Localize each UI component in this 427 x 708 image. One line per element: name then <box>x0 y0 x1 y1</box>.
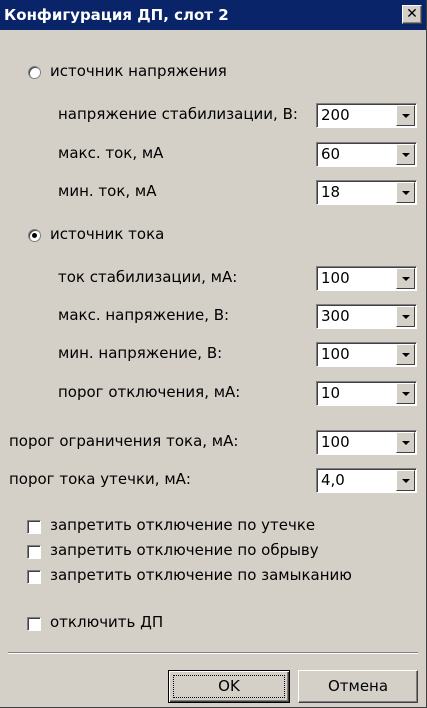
cutoff-threshold-value: 10 <box>321 384 341 402</box>
title-bar[interactable]: Конфигурация ДП, слот 2 ✕ <box>0 0 426 30</box>
current-limit-threshold-label: порог ограничения тока, мА: <box>9 432 239 450</box>
min-voltage-label: мин. напряжение, В: <box>58 344 223 362</box>
max-voltage-select[interactable]: 300 <box>316 304 417 329</box>
stabilization-voltage-select[interactable]: 200 <box>316 103 417 128</box>
cutoff-threshold-select[interactable]: 10 <box>316 381 417 406</box>
chevron-down-icon <box>402 153 410 157</box>
chevron-down-icon <box>402 479 410 483</box>
min-current-value: 18 <box>321 183 341 201</box>
max-current-value: 60 <box>321 145 341 163</box>
cutoff-threshold-dropdown-button[interactable] <box>396 383 415 404</box>
dialog-title: Конфигурация ДП, слот 2 <box>4 6 229 24</box>
focus-indicator <box>173 675 285 698</box>
current-limit-threshold-select[interactable]: 100 <box>316 430 417 455</box>
disable-cutoff-on-break-label: запретить отключение по обрыву <box>50 541 319 559</box>
chevron-down-icon <box>402 353 410 357</box>
voltage-source-radio[interactable] <box>28 66 41 79</box>
min-voltage-value: 100 <box>321 345 350 363</box>
min-current-label: мин. ток, мА <box>58 182 157 200</box>
voltage-source-label: источник напряжения <box>50 62 227 80</box>
max-current-label: макс. ток, мА <box>58 144 164 162</box>
current-source-label: источник тока <box>50 225 165 243</box>
footer-separator <box>8 652 418 654</box>
max-current-dropdown-button[interactable] <box>396 144 415 165</box>
disable-dp-checkbox[interactable] <box>27 617 41 631</box>
chevron-down-icon <box>402 441 410 445</box>
leakage-threshold-dropdown-button[interactable] <box>396 470 415 491</box>
min-voltage-select[interactable]: 100 <box>316 342 417 367</box>
cancel-button-label: Отмена <box>327 677 389 695</box>
chevron-down-icon <box>402 191 410 195</box>
min-voltage-dropdown-button[interactable] <box>396 344 415 365</box>
leakage-threshold-select[interactable]: 4,0 <box>316 468 417 493</box>
chevron-down-icon <box>402 114 410 118</box>
leakage-threshold-label: порог тока утечки, мА: <box>9 470 191 488</box>
close-button[interactable]: ✕ <box>402 5 422 24</box>
disable-cutoff-on-leakage-label: запретить отключение по утечке <box>50 516 316 534</box>
current-limit-threshold-value: 100 <box>321 433 350 451</box>
max-voltage-label: макс. напряжение, В: <box>58 306 230 324</box>
close-icon: ✕ <box>406 6 418 22</box>
chevron-down-icon <box>402 392 410 396</box>
stabilization-current-label: ток стабилизации, мА: <box>58 268 238 286</box>
stabilization-current-dropdown-button[interactable] <box>396 268 415 289</box>
current-limit-threshold-dropdown-button[interactable] <box>396 432 415 453</box>
ok-button[interactable]: OK <box>168 670 290 703</box>
min-current-dropdown-button[interactable] <box>396 182 415 203</box>
max-voltage-value: 300 <box>321 307 350 325</box>
radio-selected-dot <box>32 233 37 238</box>
chevron-down-icon <box>402 315 410 319</box>
min-current-select[interactable]: 18 <box>316 180 417 205</box>
leakage-threshold-value: 4,0 <box>321 471 345 489</box>
cancel-button[interactable]: Отмена <box>298 670 418 703</box>
disable-cutoff-on-short-label: запретить отключение по замыканию <box>50 566 352 584</box>
stabilization-voltage-value: 200 <box>321 106 350 124</box>
disable-dp-label: отключить ДП <box>50 613 164 631</box>
max-voltage-dropdown-button[interactable] <box>396 306 415 327</box>
disable-cutoff-on-leakage-checkbox[interactable] <box>27 520 41 534</box>
cutoff-threshold-label: порог отключения, мА: <box>58 383 241 401</box>
stabilization-voltage-label: напряжение стабилизации, В: <box>58 105 298 123</box>
chevron-down-icon <box>402 277 410 281</box>
stabilization-current-value: 100 <box>321 269 350 287</box>
config-dialog: Конфигурация ДП, слот 2 ✕ источник напря… <box>0 0 427 708</box>
max-current-select[interactable]: 60 <box>316 142 417 167</box>
disable-cutoff-on-short-checkbox[interactable] <box>27 570 41 584</box>
stabilization-voltage-dropdown-button[interactable] <box>396 105 415 126</box>
disable-cutoff-on-break-checkbox[interactable] <box>27 545 41 559</box>
current-source-radio[interactable] <box>28 229 41 242</box>
stabilization-current-select[interactable]: 100 <box>316 266 417 291</box>
